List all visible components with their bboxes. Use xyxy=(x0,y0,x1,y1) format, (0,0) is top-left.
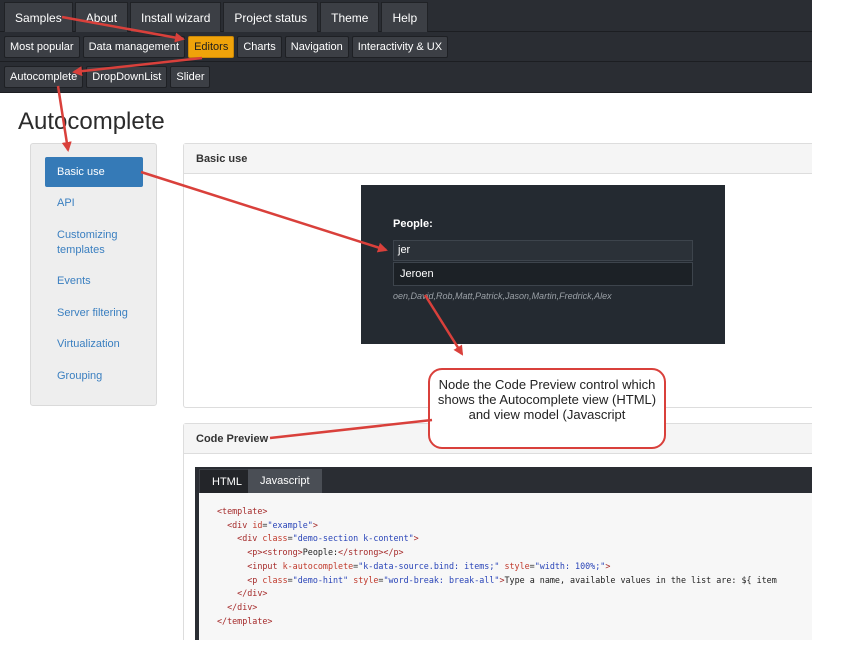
arrow-callout-to-code-preview xyxy=(269,418,433,440)
arrow-autocomplete-to-basic-use xyxy=(56,85,72,152)
app-page: Samples About Install wizard Project sta… xyxy=(0,0,812,640)
arrow-basic-use-to-input xyxy=(140,170,388,253)
arrow-editors-to-autocomplete xyxy=(72,56,203,77)
arrow-samples-to-editors xyxy=(61,15,185,43)
annotation-arrows xyxy=(56,15,464,440)
arrow-demo-to-callout xyxy=(423,294,464,356)
